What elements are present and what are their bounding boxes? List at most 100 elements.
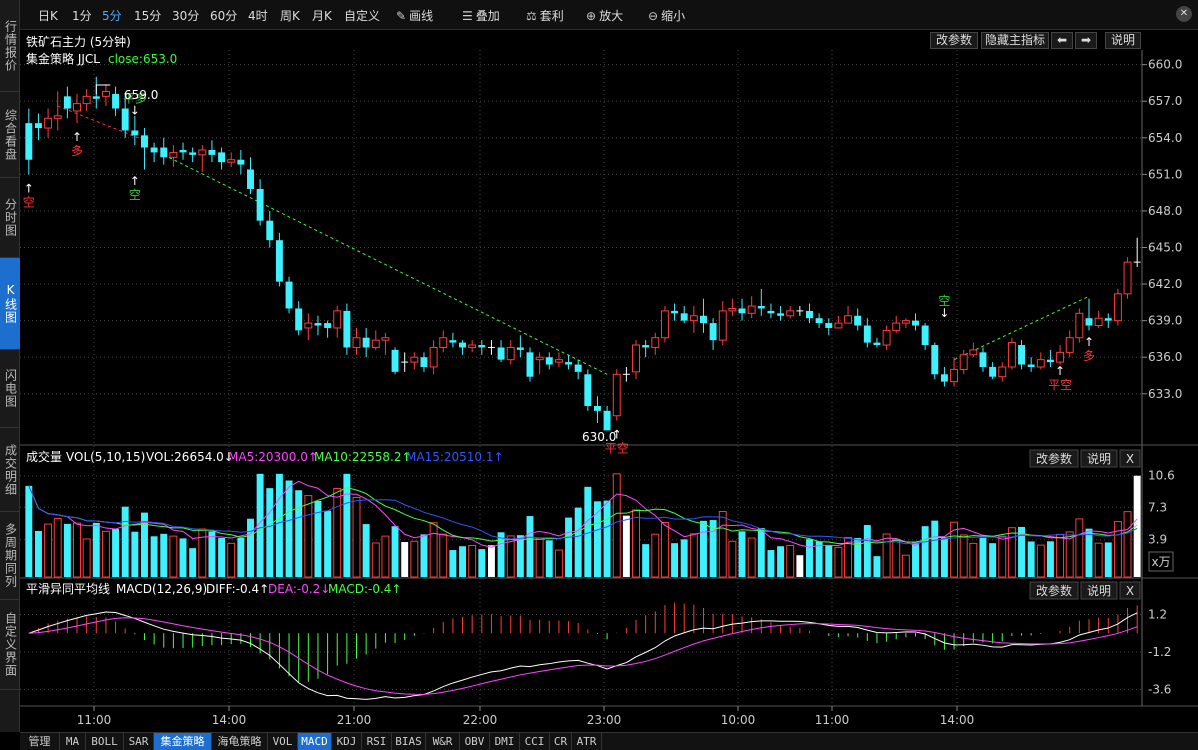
candle xyxy=(526,347,534,382)
indicator-tab-6[interactable]: VOL xyxy=(268,733,298,750)
indicator-tab-5[interactable]: 海龟策略 xyxy=(212,733,268,750)
volume-bar xyxy=(554,549,563,578)
period-button-9[interactable]: 自定义 xyxy=(344,7,380,24)
price-pane: ↑空↑多↓平多↑空↑平空↓空↑平空↑多 xyxy=(23,76,1141,456)
indicator-tab-13[interactable]: DMI xyxy=(490,733,520,750)
candle xyxy=(603,405,611,431)
candle xyxy=(179,142,187,160)
indicator-tab-9[interactable]: RSI xyxy=(362,733,392,750)
signal-kong: ↑空 xyxy=(23,181,35,209)
volume-bar xyxy=(873,556,881,577)
indicator-tab-10[interactable]: BIAS xyxy=(392,733,426,750)
left-tab-0[interactable]: 行情报价 xyxy=(0,0,20,92)
signal-pingkong: ↑平空 xyxy=(1048,364,1072,392)
indicator-tab-4[interactable]: 集金策略 xyxy=(154,733,212,750)
tool-button-0[interactable]: ✎ 画线 xyxy=(396,7,433,24)
low-label: 630.0 xyxy=(582,430,616,444)
period-button-8[interactable]: 月K xyxy=(312,7,332,24)
indicator-tab-16[interactable]: ATR xyxy=(572,733,602,750)
candle xyxy=(545,352,553,370)
volume-explain-button-label: 说明 xyxy=(1087,451,1111,466)
volume-bar xyxy=(101,530,110,578)
volume-bar xyxy=(381,535,390,578)
volume-params: VOL(5,10,15) xyxy=(66,450,145,464)
arrow-down-icon: ↓ xyxy=(939,306,949,320)
volume-bar xyxy=(304,495,313,578)
left-tab-2[interactable]: 分时图 xyxy=(0,178,20,258)
time-tick-label: 14:00 xyxy=(940,713,975,727)
price-tick-label: 660.0 xyxy=(1148,58,1182,72)
period-button-3[interactable]: 15分 xyxy=(134,7,161,24)
chart-area[interactable]: ↑空↑多↓平多↑空↑平空↓空↑平空↑多 660.0657.0654.0651.0… xyxy=(20,50,1198,732)
indicator-tab-15[interactable]: CR xyxy=(550,733,572,750)
price-tick-label: 648.0 xyxy=(1148,204,1182,218)
volume-bar xyxy=(295,490,303,577)
tool-button-1[interactable]: ☰ 叠加 xyxy=(462,7,500,24)
volume-bar xyxy=(468,544,477,578)
volume-bar xyxy=(516,535,524,577)
macd-params-button-label: 改参数 xyxy=(1036,583,1072,598)
volume-bar xyxy=(565,517,573,577)
volume-bar xyxy=(218,538,226,577)
volume-bar xyxy=(959,534,968,578)
arrow-right-icon[interactable]: ➡ xyxy=(1075,32,1097,49)
change-params-button[interactable]: 改参数 xyxy=(930,32,978,49)
period-button-1[interactable]: 1分 xyxy=(72,7,92,24)
candle xyxy=(285,276,293,314)
candle xyxy=(632,340,640,380)
candle xyxy=(767,303,775,319)
volume-bar xyxy=(777,546,785,577)
period-button-4[interactable]: 30分 xyxy=(172,7,199,24)
indicator-tab-14[interactable]: CCI xyxy=(520,733,550,750)
candle xyxy=(266,210,274,248)
candle xyxy=(747,296,756,319)
candle xyxy=(901,318,910,328)
candle xyxy=(660,306,669,343)
candle xyxy=(1046,349,1054,367)
tool-button-2[interactable]: ⚖ 套利 xyxy=(526,7,564,24)
indicator-tab-1[interactable]: MA xyxy=(60,733,86,750)
signal-label: 空 xyxy=(129,188,141,202)
candle xyxy=(516,335,524,358)
macd-tick-label: -3.6 xyxy=(1148,682,1171,696)
volume-bar xyxy=(449,550,457,577)
indicator-tab-11[interactable]: W&R xyxy=(426,733,460,750)
volume-bar xyxy=(671,543,679,577)
volume-bar xyxy=(863,525,871,577)
high-label: 659.0 xyxy=(124,88,158,102)
period-toolbar: ✕ 日K 1分 5分 15分 30分 60分 4时 周K 月K 自定义 ✎ 画线 ☰ 叠加 ⚖ 套利 ⊕ 放大 ⊖ 缩… xyxy=(20,0,1198,30)
left-tab-6[interactable]: 多周期同列 xyxy=(0,512,20,600)
period-button-2[interactable]: 5分 xyxy=(102,7,122,24)
period-button-5[interactable]: 60分 xyxy=(210,7,237,24)
tool-button-4[interactable]: ⊖ 缩小 xyxy=(648,7,685,24)
indicator-tab-3[interactable]: SAR xyxy=(124,733,154,750)
volume-bar xyxy=(931,520,939,577)
volume-bar xyxy=(487,545,495,577)
explain-button[interactable]: 说明 xyxy=(1105,32,1141,49)
left-tab-5[interactable]: 成交明细 xyxy=(0,428,20,512)
volume-bar xyxy=(1036,544,1045,578)
period-button-6[interactable]: 4时 xyxy=(248,7,268,24)
time-tick-label: 11:00 xyxy=(77,713,112,727)
tool-button-3[interactable]: ⊕ 放大 xyxy=(586,7,623,24)
period-button-7[interactable]: 周K xyxy=(280,7,300,24)
indicator-tab-8[interactable]: KDJ xyxy=(332,733,362,750)
volume-bar xyxy=(362,524,370,577)
candle xyxy=(834,315,843,329)
indicator-tab-2[interactable]: BOLL xyxy=(86,733,124,750)
price-tick-label: 657.0 xyxy=(1148,94,1182,108)
left-tab-7[interactable]: 自定义界面 xyxy=(0,600,20,690)
period-button-0[interactable]: 日K xyxy=(38,7,58,24)
left-tab-1[interactable]: 综合看盘 xyxy=(0,92,20,178)
indicator-tab-0[interactable]: 管理 xyxy=(20,733,60,750)
arrow-left-icon[interactable]: ⬅ xyxy=(1051,32,1073,49)
left-tab-3[interactable]: K线图 xyxy=(0,258,20,350)
close-icon[interactable]: ✕ xyxy=(1176,6,1192,22)
volume-bar xyxy=(738,531,746,577)
candle xyxy=(863,318,871,348)
indicator-tab-12[interactable]: OBV xyxy=(460,733,490,750)
left-tab-4[interactable]: 闪电图 xyxy=(0,350,20,428)
indicator-tab-7[interactable]: MACD xyxy=(298,733,332,750)
candle xyxy=(401,352,409,372)
hide-main-indicator-button[interactable]: 隐藏主指标 xyxy=(981,32,1049,49)
